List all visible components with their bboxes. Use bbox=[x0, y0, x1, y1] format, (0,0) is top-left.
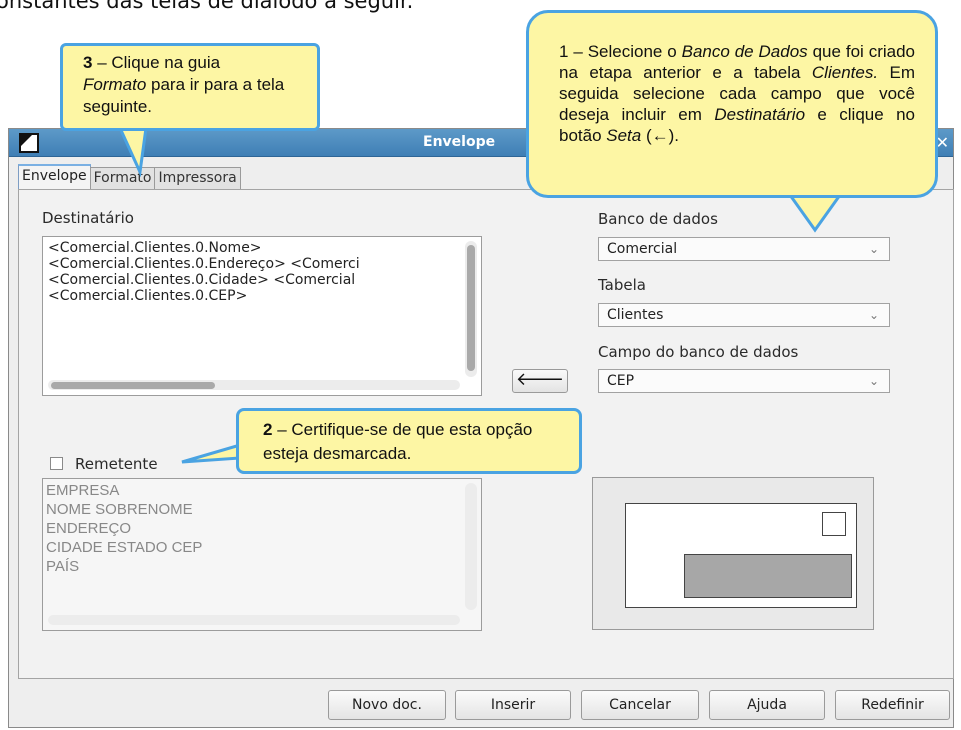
chevron-down-icon: ⌄ bbox=[868, 374, 879, 388]
callout-step-1-em: Destinatário bbox=[714, 105, 806, 124]
database-label-text: Banco de dados bbox=[598, 210, 718, 228]
callout-step-1-text: (←). bbox=[641, 126, 680, 145]
field-select-value: CEP bbox=[607, 373, 635, 389]
page-caption: onstantes das telas de diálodo a seguir. bbox=[0, 0, 414, 13]
sender-line: NOME SOBRENOME bbox=[46, 501, 193, 518]
sender-checkbox[interactable] bbox=[50, 457, 63, 470]
vertical-scrollbar-track[interactable] bbox=[465, 483, 477, 610]
recipient-label: Destinatário bbox=[42, 209, 134, 227]
callout-step-3-text: – Clique na guia bbox=[92, 53, 221, 72]
sender-line: EMPRESA bbox=[46, 482, 120, 499]
database-label: Banco de dados bbox=[598, 210, 718, 228]
stamp-box bbox=[822, 512, 846, 536]
sender-line: CIDADE ESTADO CEP bbox=[46, 539, 203, 556]
sender-line: PAÍS bbox=[46, 558, 80, 575]
chevron-down-icon: ⌄ bbox=[868, 308, 879, 322]
app-icon bbox=[19, 133, 39, 153]
callout-step-3: 3 – Clique na guia Formato para ir para … bbox=[60, 43, 320, 131]
recipient-line: <Comercial.Clientes.0.CEP> bbox=[48, 288, 248, 304]
callout-step-3-emphasis: Formato bbox=[83, 75, 147, 94]
field-label-text: Campo do banco de dados bbox=[598, 343, 799, 361]
callout-step-1-em: Seta bbox=[606, 126, 642, 145]
table-label-text: Tabela bbox=[598, 276, 646, 294]
recipient-line: <Comercial.Clientes.0.Endereço> <Comerci bbox=[48, 256, 360, 272]
table-label: Tabela bbox=[598, 276, 646, 294]
chevron-down-icon: ⌄ bbox=[868, 242, 879, 256]
insert-field-arrow-button[interactable]: 🡐 bbox=[512, 369, 568, 393]
sender-label-text: Remetente bbox=[75, 455, 158, 473]
horizontal-scrollbar-track[interactable] bbox=[48, 615, 460, 625]
envelope-shape bbox=[625, 503, 857, 608]
callout-step-1-text: 1 – Selecione o bbox=[559, 42, 682, 61]
recipient-line: <Comercial.Clientes.0.Nome> bbox=[48, 240, 262, 256]
recipient-line: <Comercial.Clientes.0.Cidade> <Comercial bbox=[48, 272, 356, 288]
tab-bar: Envelope Formato Impressora bbox=[18, 164, 241, 189]
callout-step-1-em: Clientes. bbox=[811, 63, 879, 82]
field-label: Campo do banco de dados bbox=[598, 343, 798, 361]
tab-envelope[interactable]: Envelope bbox=[18, 164, 91, 189]
horizontal-scrollbar-thumb[interactable] bbox=[51, 382, 215, 389]
sender-line: ENDEREÇO bbox=[46, 520, 132, 537]
envelope-preview bbox=[592, 477, 874, 630]
vertical-scrollbar-thumb[interactable] bbox=[467, 245, 475, 371]
new-doc-button[interactable]: Novo doc. bbox=[328, 690, 446, 720]
callout-step-2-text: – Certifique-se de que esta opção esteja… bbox=[263, 420, 533, 463]
field-select[interactable]: CEP ⌄ bbox=[598, 369, 890, 393]
insert-button[interactable]: Inserir bbox=[455, 690, 571, 720]
tab-impressora[interactable]: Impressora bbox=[154, 167, 241, 189]
callout-step-1: 1 – Selecione o Banco de Dados que foi c… bbox=[526, 10, 938, 198]
window-title: Envelope bbox=[423, 134, 496, 150]
recipient-textbox[interactable]: <Comercial.Clientes.0.Nome> <Comercial.C… bbox=[42, 236, 482, 396]
recipient-label-text: Destinatário bbox=[42, 209, 134, 227]
callout-step-1-em: Banco de Dados bbox=[681, 42, 808, 61]
table-select-value: Clientes bbox=[607, 307, 664, 323]
table-select[interactable]: Clientes ⌄ bbox=[598, 303, 890, 327]
tab-formato[interactable]: Formato bbox=[89, 167, 156, 189]
sender-textbox[interactable]: EMPRESA NOME SOBRENOME ENDEREÇO CIDADE E… bbox=[42, 478, 482, 631]
address-area bbox=[684, 554, 852, 598]
arrow-left-icon: 🡐 bbox=[515, 369, 565, 390]
reset-button[interactable]: Redefinir bbox=[835, 690, 950, 720]
help-button[interactable]: Ajuda bbox=[709, 690, 825, 720]
sender-label: Remetente bbox=[75, 455, 158, 473]
cancel-button[interactable]: Cancelar bbox=[581, 690, 699, 720]
callout-step-2: 2 – Certifique-se de que esta opção este… bbox=[236, 408, 582, 474]
database-select-value: Comercial bbox=[607, 241, 678, 257]
database-select[interactable]: Comercial ⌄ bbox=[598, 237, 890, 261]
